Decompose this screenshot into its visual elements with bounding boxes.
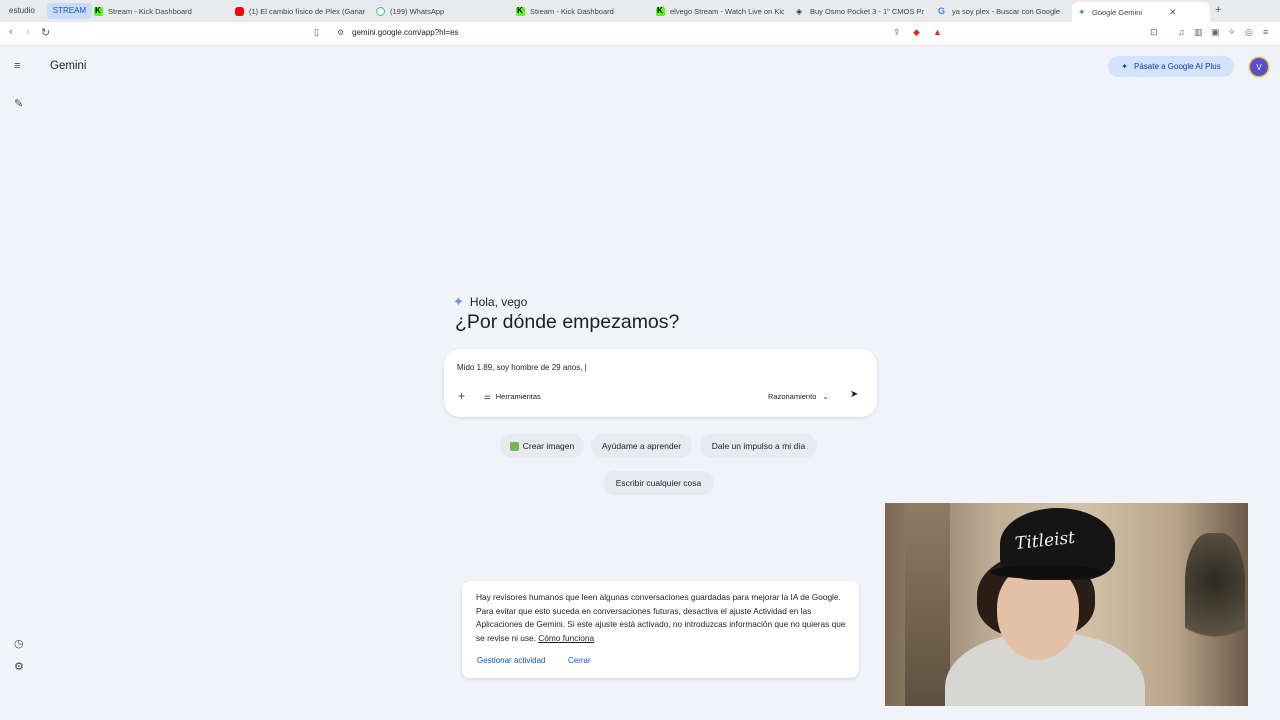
vpn-icon[interactable]: ◎ [1245, 27, 1253, 38]
browser-tab[interactable]: Stream - Kick Dashboard [88, 2, 228, 20]
prompt-box: + ⚌ Herramientas Razonamiento ⌄ ➤ [444, 349, 877, 417]
webcam-overlay: Titleist [885, 503, 1248, 706]
browser-tab[interactable]: G ya soy plex - Buscar con Google [932, 2, 1068, 20]
activity-icon[interactable]: ◷ [14, 637, 24, 650]
brave-shield-icon[interactable]: ◆ [913, 27, 920, 38]
kick-icon [94, 6, 103, 16]
upgrade-label: Pásate a Google AI Plus [1133, 62, 1221, 71]
image-icon [509, 441, 519, 451]
dji-icon: ◈ [796, 6, 803, 16]
share-icon[interactable]: ⇪ [893, 27, 901, 38]
tab-title: (1) El cambio físico de Plex (Ganar [249, 6, 365, 16]
tab-title: Buy Osmo Pocket 3 - 1" CMOS Pr [810, 6, 924, 16]
how-it-works-link[interactable]: Cómo funciona [538, 633, 594, 643]
notice-body: Hay revisores humanos que leen algunas c… [476, 592, 846, 643]
chip-label: Escribir cualquier cosa [615, 478, 702, 488]
bookmark-icon[interactable]: ▯ [314, 27, 319, 38]
notice-text: Hay revisores humanos que leen algunas c… [476, 591, 851, 645]
tab-title: (199) WhatsApp [390, 6, 445, 16]
youtube-icon [235, 6, 244, 16]
side-rail: ≡ ✎ ◷ ⚙ [0, 47, 41, 720]
browser-tab-active[interactable]: ✦ Google Gemini ✕ [1072, 2, 1210, 22]
gemini-brand[interactable]: Gemini [50, 60, 86, 72]
send-icon[interactable]: ➤ [850, 389, 858, 400]
tab-title: ya soy plex - Buscar con Google [952, 6, 1060, 16]
browser-tab[interactable]: ◈ Buy Osmo Pocket 3 - 1" CMOS Pr [790, 2, 925, 20]
chip-label: Crear imagen [522, 441, 575, 451]
mode-selector[interactable]: Razonamiento ⌄ [768, 392, 829, 401]
media-icon[interactable]: ♫ [1178, 27, 1185, 37]
reload-icon[interactable]: ↻ [41, 26, 50, 39]
chevron-down-icon: ⌄ [822, 392, 829, 401]
gemini-sparkle-icon: ✦ [453, 294, 464, 309]
settings-icon[interactable]: ⚙ [14, 660, 24, 673]
tab-strip: estudio STREAM Stream - Kick Dashboard (… [0, 0, 1280, 22]
tab-title: Stream - Kick Dashboard [108, 6, 192, 16]
browser-tab[interactable]: Stream - Kick Dashboard [510, 2, 646, 20]
manage-activity-button[interactable]: Gestionar actividad [477, 656, 545, 665]
mode-label: Razonamiento [768, 392, 817, 401]
webcam-background-shelf [905, 503, 950, 706]
kick-icon [656, 6, 665, 16]
webcam-cap-brim [990, 565, 1105, 579]
site-info-icon[interactable]: ⚙ [337, 28, 344, 37]
sidebar-icon[interactable]: ▥ [1194, 27, 1203, 38]
address-bar: ‹ › ↻ ▯ ⚙ gemini.google.com/app?hl=es ⇪ … [0, 22, 1280, 46]
greeting: ✦ Hola, vego [453, 294, 527, 310]
tools-button[interactable]: ⚌ Herramientas [484, 392, 541, 401]
greeting-hello: Hola, vego [469, 295, 528, 309]
avatar[interactable]: V [1250, 58, 1268, 76]
kick-icon [516, 6, 525, 16]
rewards-icon[interactable]: ▲ [933, 27, 942, 37]
tools-icon: ⚌ [484, 392, 491, 401]
back-icon[interactable]: ‹ [9, 26, 13, 38]
url-field[interactable]: gemini.google.com/app?hl=es [352, 28, 459, 37]
leo-icon[interactable]: ✧ [1228, 27, 1236, 38]
upgrade-button[interactable]: ✦ Pásate a Google AI Plus [1108, 56, 1234, 77]
chip-create-image[interactable]: Crear imagen [500, 434, 584, 458]
browser-tab[interactable]: elvego Stream - Watch Live on Kic [650, 2, 784, 20]
greeting-question: ¿Por dónde empezamos? [455, 311, 680, 333]
tab-title: Google Gemini [1092, 7, 1143, 17]
menu-icon[interactable]: ≡ [1263, 27, 1268, 37]
whatsapp-icon [376, 6, 385, 16]
screenshot-icon[interactable]: ⊡ [1150, 27, 1158, 38]
tab-title: Stream - Kick Dashboard [530, 6, 614, 16]
menu-icon[interactable]: ≡ [14, 60, 20, 72]
chip-write[interactable]: Escribir cualquier cosa [603, 471, 714, 495]
close-icon[interactable]: ✕ [1169, 7, 1177, 18]
new-tab-icon[interactable]: + [1215, 4, 1221, 16]
wallet-icon[interactable]: ▣ [1211, 27, 1220, 38]
browser-tab[interactable]: (1) El cambio físico de Plex (Ganar [229, 2, 365, 20]
chip-learn[interactable]: Ayúdame a aprender [591, 434, 692, 458]
gemini-icon: ✦ [1078, 6, 1086, 17]
google-icon: G [938, 5, 946, 16]
tab-group-stream[interactable]: STREAM [46, 3, 93, 19]
sparkle-icon: ✦ [1121, 62, 1128, 71]
browser-tab[interactable]: (199) WhatsApp [370, 2, 505, 20]
new-chat-icon[interactable]: ✎ [14, 97, 23, 110]
webcam-plant [1185, 533, 1245, 653]
tools-label: Herramientas [495, 392, 541, 401]
tab-title: elvego Stream - Watch Live on Kic [670, 6, 784, 16]
privacy-notice: Hay revisores humanos que leen algunas c… [462, 581, 859, 678]
prompt-input[interactable] [457, 363, 857, 372]
close-notice-button[interactable]: Cerrar [568, 656, 591, 665]
tab-group-estudio[interactable]: estudio [3, 3, 41, 19]
forward-icon[interactable]: › [26, 26, 30, 38]
chip-label: Dale un impulso a mi día [711, 441, 806, 451]
chip-label: Ayúdame a aprender [601, 441, 682, 451]
add-icon[interactable]: + [458, 389, 465, 403]
chip-boost-day[interactable]: Dale un impulso a mi día [700, 434, 817, 458]
